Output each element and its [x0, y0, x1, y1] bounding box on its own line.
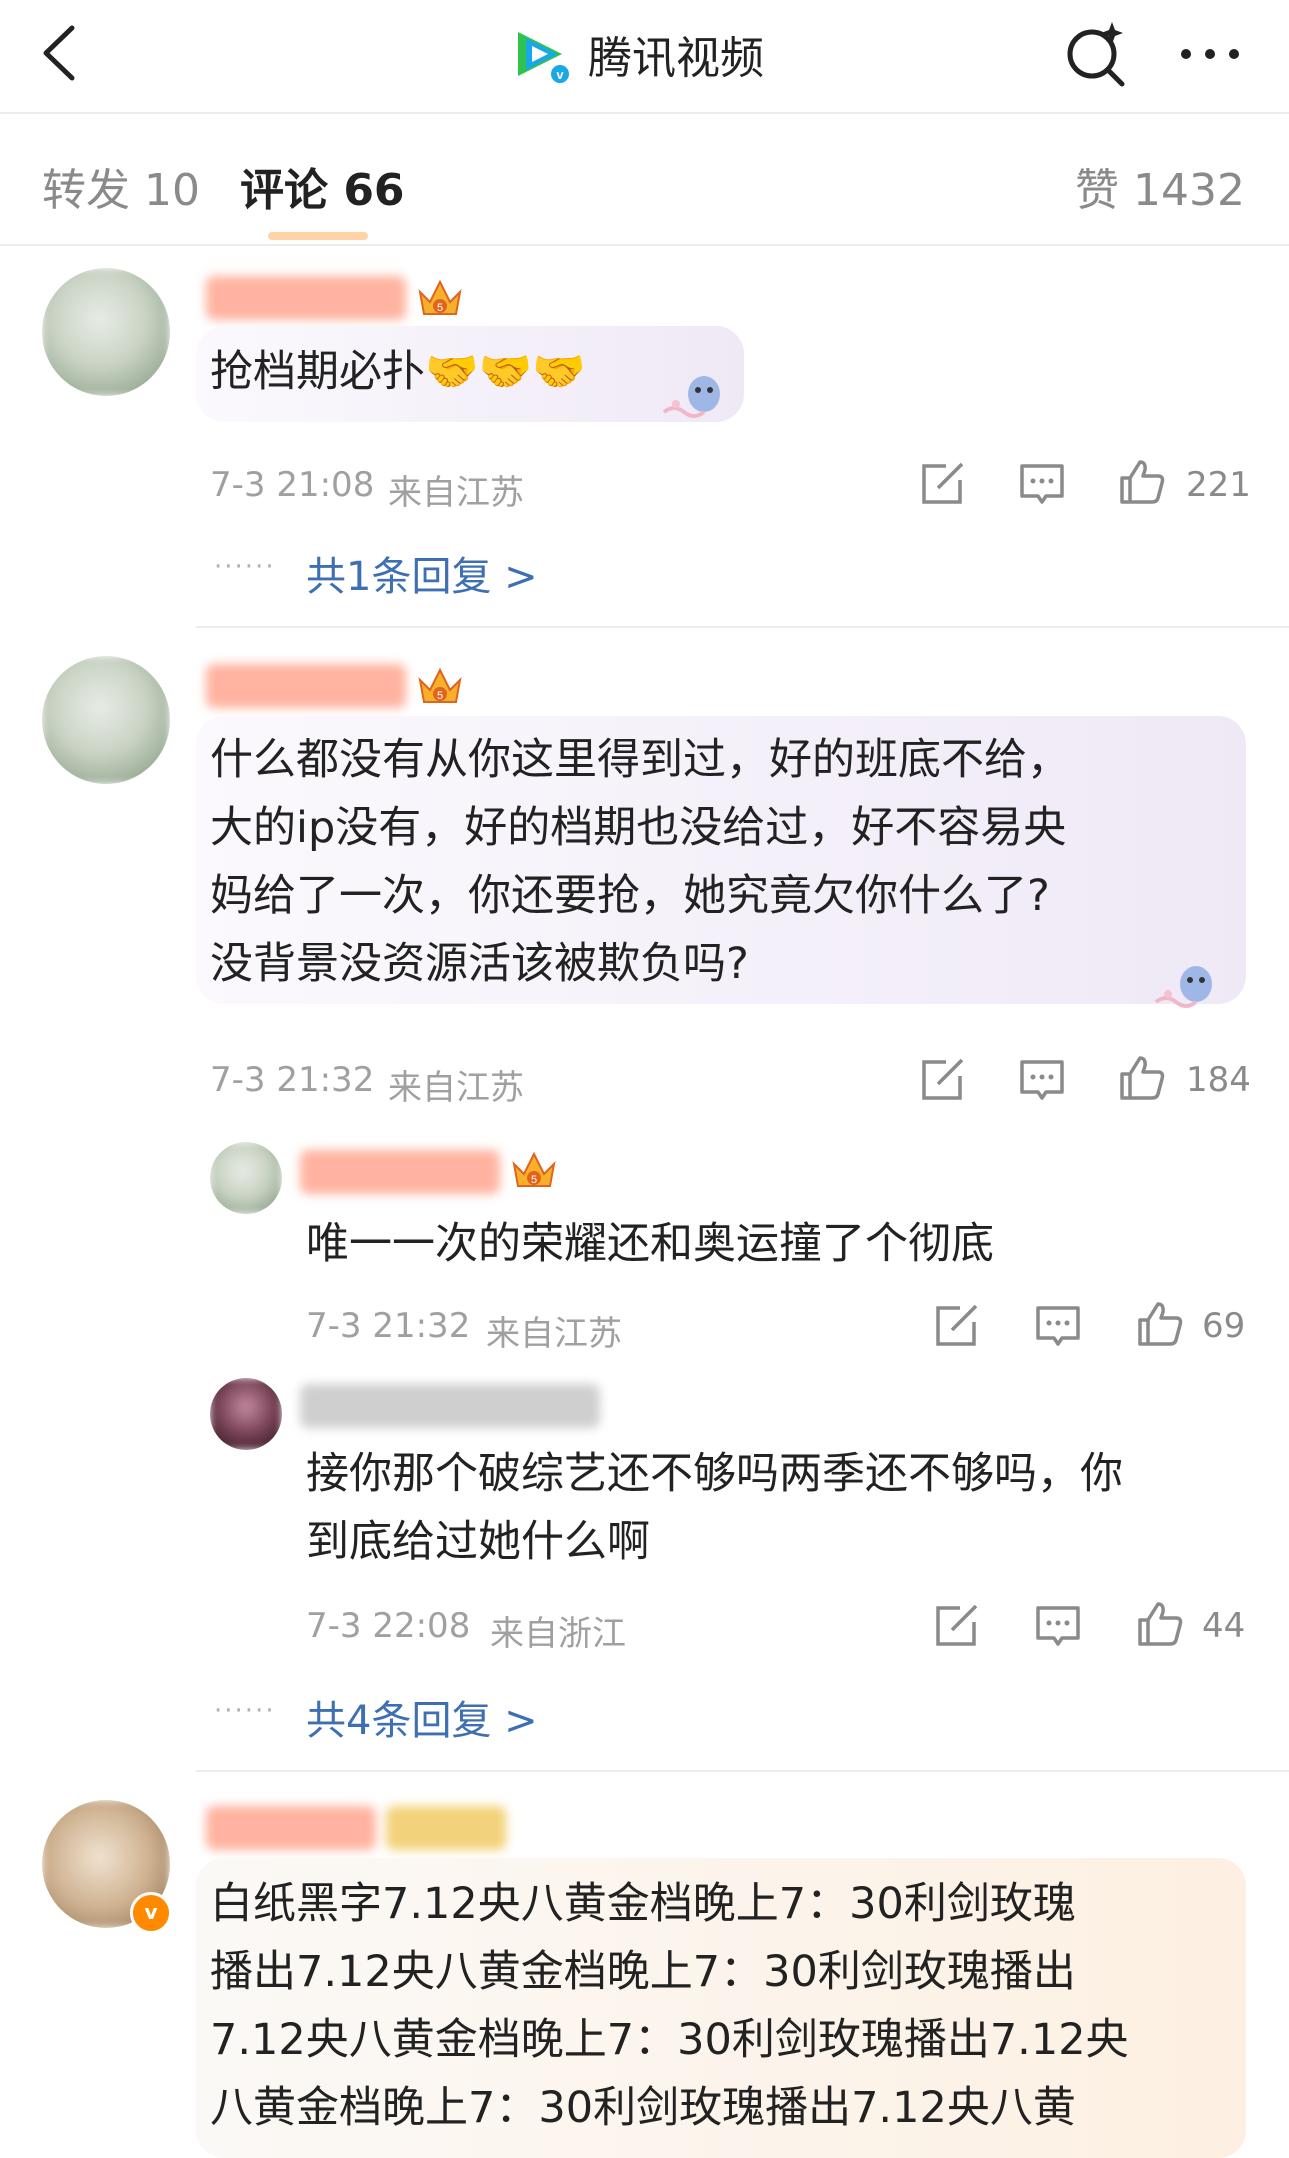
- comment-divider: [196, 626, 1289, 628]
- search-sparkle-icon[interactable]: [1060, 18, 1132, 90]
- reply-avatar[interactable]: [210, 1378, 282, 1450]
- username-blurred[interactable]: [206, 1806, 376, 1850]
- tab-forward[interactable]: 转发 10: [42, 154, 200, 218]
- member-badge-blurred: [386, 1806, 506, 1850]
- username-blurred[interactable]: [206, 276, 406, 320]
- comment-location: 来自江苏: [388, 1068, 524, 1108]
- like-thumb-icon[interactable]: [1116, 1052, 1168, 1104]
- comment-icon[interactable]: [1016, 458, 1068, 510]
- comment-time: 7-3 21:08: [210, 465, 375, 505]
- reply-time: 7-3 22:08: [306, 1606, 471, 1646]
- verified-badge-icon: v: [130, 1892, 172, 1934]
- tencent-video-logo-icon: v: [518, 32, 571, 85]
- comment-tabs: 转发 10 评论 66 赞 1432: [0, 114, 1289, 246]
- crown-badge-icon: 5: [418, 279, 462, 315]
- username-blurred[interactable]: [206, 664, 406, 708]
- svg-text:5: 5: [437, 690, 443, 702]
- avatar[interactable]: [42, 268, 170, 396]
- comment-icon[interactable]: [1016, 1054, 1068, 1106]
- reply-location: 来自浙江: [490, 1614, 626, 1654]
- top-nav-bar: v 腾讯视频: [0, 0, 1289, 114]
- crown-badge-icon: 5: [418, 667, 462, 703]
- comment-time: 7-3 21:32: [210, 1060, 375, 1100]
- reply-avatar[interactable]: [210, 1142, 282, 1214]
- reply-text: 唯一一次的荣耀还和奥运撞了个彻底: [306, 1219, 994, 1269]
- view-replies-link[interactable]: 共1条回复 >: [306, 544, 538, 602]
- comment-text: 白纸黑字7.12央八黄金档晚上7：30利剑玫瑰 播出7.12央八黄金档晚上7：3…: [210, 1879, 1129, 2133]
- reply-username-blurred[interactable]: [300, 1384, 600, 1428]
- like-count: 44: [1202, 1606, 1246, 1646]
- reply-time: 7-3 21:32: [306, 1306, 471, 1346]
- like-count: 221: [1186, 465, 1251, 505]
- tab-likes[interactable]: 赞 1432: [1075, 154, 1245, 218]
- bubble-sticker-icon: [1154, 966, 1212, 1008]
- comment-icon[interactable]: [1032, 1300, 1084, 1352]
- reply-text: 接你那个破综艺还不够吗两季还不够吗，你 到底给过她什么啊: [306, 1449, 1123, 1567]
- share-icon[interactable]: [916, 458, 968, 510]
- tab-comments[interactable]: 评论 66: [240, 154, 405, 218]
- svg-text:v: v: [556, 67, 564, 82]
- more-horizontal-icon[interactable]: [1170, 18, 1250, 90]
- comment-icon[interactable]: [1032, 1600, 1084, 1652]
- chevron-left-icon[interactable]: [28, 18, 98, 88]
- like-count: 69: [1202, 1306, 1246, 1346]
- active-tab-indicator: [268, 232, 368, 240]
- bubble-sticker-icon: [662, 376, 720, 418]
- comment-text: 什么都没有从你这里得到过，好的班底不给， 大的ip没有，好的档期也没给过，好不容…: [210, 735, 1070, 989]
- replies-dots: ······: [214, 1696, 276, 1726]
- app-name: 腾讯视频: [588, 33, 764, 84]
- crown-badge-icon: 5: [512, 1151, 556, 1187]
- like-count: 184: [1186, 1060, 1251, 1100]
- reply-username-blurred[interactable]: [300, 1150, 500, 1194]
- like-thumb-icon[interactable]: [1116, 456, 1168, 508]
- share-icon[interactable]: [930, 1600, 982, 1652]
- share-icon[interactable]: [930, 1300, 982, 1352]
- like-thumb-icon[interactable]: [1134, 1598, 1186, 1650]
- replies-dots: ······: [214, 552, 276, 582]
- svg-text:5: 5: [437, 302, 443, 314]
- view-replies-link[interactable]: 共4条回复 >: [306, 1688, 538, 1746]
- svg-text:5: 5: [531, 1174, 537, 1186]
- comment-divider: [196, 1770, 1289, 1772]
- comment-location: 来自江苏: [388, 473, 524, 513]
- reply-location: 来自江苏: [486, 1314, 622, 1354]
- like-thumb-icon[interactable]: [1134, 1298, 1186, 1350]
- app-brand[interactable]: v 腾讯视频: [510, 18, 764, 90]
- share-icon[interactable]: [916, 1054, 968, 1106]
- comment-text: 抢档期必扑🤝🤝🤝: [210, 347, 586, 397]
- avatar[interactable]: [42, 656, 170, 784]
